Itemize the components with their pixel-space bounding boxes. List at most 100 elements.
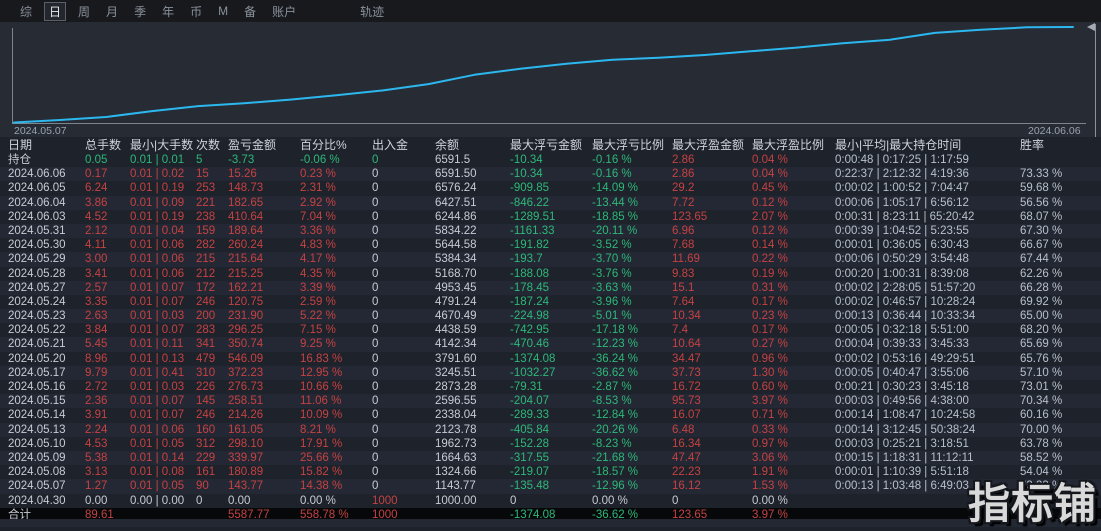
cell: -3.70 % bbox=[592, 252, 672, 266]
cell: 95.73 bbox=[672, 394, 752, 408]
column-header: 胜率 bbox=[1020, 137, 1101, 153]
scroll-position-marker-icon[interactable] bbox=[1087, 23, 1095, 31]
cell: 8.96 bbox=[85, 352, 130, 366]
cell: -20.11 % bbox=[592, 224, 672, 238]
cell: 0.01 | 0.09 bbox=[130, 196, 196, 210]
cell: 0.05 bbox=[85, 153, 130, 167]
table-row-2024.05.21[interactable]: 2024.05.215.450.01 | 0.11341350.749.25 %… bbox=[0, 337, 1101, 351]
cell: 0:00:06 | 1:05:17 | 6:56:12 bbox=[835, 196, 1020, 210]
toolbar-item-日[interactable]: 日 bbox=[44, 2, 66, 21]
table-row-2024.05.30[interactable]: 2024.05.304.110.01 | 0.06282260.244.83 %… bbox=[0, 238, 1101, 252]
table-row-2024.06.06[interactable]: 2024.06.060.170.01 | 0.021515.260.23 %06… bbox=[0, 167, 1101, 181]
toolbar-item-季[interactable]: 季 bbox=[130, 2, 150, 21]
column-header: 百分比% bbox=[300, 137, 372, 153]
cell: 3.41 bbox=[85, 267, 130, 281]
cell: 0:00:15 | 1:18:31 | 11:12:11 bbox=[835, 451, 1020, 465]
cell: 15 bbox=[196, 167, 228, 181]
table-row-2024.05.24[interactable]: 2024.05.243.350.01 | 0.07246120.752.59 %… bbox=[0, 295, 1101, 309]
table-row-2024.05.20[interactable]: 2024.05.208.960.01 | 0.13479546.0916.83 … bbox=[0, 352, 1101, 366]
table-row-2024.05.23[interactable]: 2024.05.232.630.01 | 0.03200231.905.22 %… bbox=[0, 309, 1101, 323]
cell: 0:00:01 | 0:36:05 | 6:30:43 bbox=[835, 238, 1020, 252]
table-row-2024.05.14[interactable]: 2024.05.143.910.01 | 0.07246214.2610.09 … bbox=[0, 408, 1101, 422]
cell: 0 bbox=[510, 494, 592, 508]
toolbar-item-年[interactable]: 年 bbox=[158, 2, 178, 21]
toolbar-item-轨迹[interactable]: 轨迹 bbox=[356, 2, 388, 21]
cell: -187.24 bbox=[510, 295, 592, 309]
cell: 0:00:06 | 0:50:29 | 3:54:48 bbox=[835, 252, 1020, 266]
cell: -204.07 bbox=[510, 394, 592, 408]
table-row-2024.05.08[interactable]: 2024.05.083.130.01 | 0.08161180.8915.82 … bbox=[0, 465, 1101, 479]
cell: 238 bbox=[196, 210, 228, 224]
cell: 0 bbox=[372, 451, 435, 465]
toolbar-item-周[interactable]: 周 bbox=[74, 2, 94, 21]
toolbar-item-账户[interactable]: 账户 bbox=[268, 2, 300, 21]
toolbar-item-月[interactable]: 月 bbox=[102, 2, 122, 21]
equity-chart: 2024.05.07 2024.06.06 bbox=[0, 22, 1101, 137]
cell: 1000 bbox=[372, 494, 435, 508]
cell: 143.77 bbox=[228, 479, 300, 493]
table-row-2024.05.29[interactable]: 2024.05.293.000.01 | 0.06215215.644.17 %… bbox=[0, 252, 1101, 266]
cell: 0 bbox=[372, 295, 435, 309]
table-row-2024.05.10[interactable]: 2024.05.104.530.01 | 0.05312298.1017.91 … bbox=[0, 437, 1101, 451]
cell: 2024.05.23 bbox=[8, 309, 85, 323]
cell: 47.47 bbox=[672, 451, 752, 465]
toolbar-item-综[interactable]: 综 bbox=[16, 2, 36, 21]
cell: 0:00:31 | 8:23:11 | 65:20:42 bbox=[835, 210, 1020, 224]
cell: 2024.05.28 bbox=[8, 267, 85, 281]
equity-chart-canvas bbox=[0, 22, 1101, 137]
toolbar-item-M[interactable]: M bbox=[214, 3, 232, 19]
table-row-2024.05.27[interactable]: 2024.05.272.570.01 | 0.07172162.213.39 %… bbox=[0, 281, 1101, 295]
cell: 62.26 % bbox=[1020, 267, 1101, 281]
cell: 2.31 % bbox=[300, 181, 372, 195]
cell: -36.24 % bbox=[592, 352, 672, 366]
table-row-2024.06.04[interactable]: 2024.06.043.860.01 | 0.09221182.652.92 %… bbox=[0, 196, 1101, 210]
cell: -135.48 bbox=[510, 479, 592, 493]
cell: 0.17 % bbox=[752, 295, 835, 309]
cell: 0 bbox=[372, 281, 435, 295]
column-header: 盈亏金额 bbox=[228, 137, 300, 153]
toolbar-item-备[interactable]: 备 bbox=[240, 2, 260, 21]
table-row-2024.05.13[interactable]: 2024.05.132.240.01 | 0.06160161.058.21 %… bbox=[0, 423, 1101, 437]
cell: 6.48 bbox=[672, 423, 752, 437]
cell: -188.08 bbox=[510, 267, 592, 281]
table-row-2024.05.15[interactable]: 2024.05.152.360.01 | 0.07145258.5111.06 … bbox=[0, 394, 1101, 408]
cell: 0 bbox=[372, 423, 435, 437]
table-row-2024.05.17[interactable]: 2024.05.179.790.01 | 0.41310372.2312.95 … bbox=[0, 366, 1101, 380]
cell: 3.91 bbox=[85, 408, 130, 422]
cell: 0:00:02 | 1:00:52 | 7:04:47 bbox=[835, 181, 1020, 195]
table-row-2024.04.30[interactable]: 2024.04.300.000.00 | 0.0000.000.00 %1000… bbox=[0, 494, 1101, 508]
cell: 4.52 bbox=[85, 210, 130, 224]
cell: 0 bbox=[372, 238, 435, 252]
toolbar-item-币[interactable]: 币 bbox=[186, 2, 206, 21]
cell: 260.24 bbox=[228, 238, 300, 252]
table-row-2024.06.03[interactable]: 2024.06.034.520.01 | 0.19238410.647.04 %… bbox=[0, 210, 1101, 224]
cell: 10.66 % bbox=[300, 380, 372, 394]
right-scroll-rail[interactable] bbox=[1095, 24, 1096, 137]
table-row-2024.05.16[interactable]: 2024.05.162.720.01 | 0.03226276.7310.66 … bbox=[0, 380, 1101, 394]
table-row-2024.05.09[interactable]: 2024.05.095.380.01 | 0.14229339.9725.66 … bbox=[0, 451, 1101, 465]
cell: 2024.05.08 bbox=[8, 465, 85, 479]
cell: 0.01 | 0.07 bbox=[130, 408, 196, 422]
table-row-2024.06.05[interactable]: 2024.06.056.240.01 | 0.19253148.732.31 %… bbox=[0, 181, 1101, 195]
cell: 1000.00 bbox=[435, 494, 510, 508]
table-row-2024.05.07[interactable]: 2024.05.071.270.01 | 0.0590143.7714.38 %… bbox=[0, 479, 1101, 493]
table-row-2024.05.22[interactable]: 2024.05.223.840.01 | 0.07283296.257.15 %… bbox=[0, 323, 1101, 337]
cell: 0.00 % bbox=[300, 494, 372, 508]
cell: 90 bbox=[196, 479, 228, 493]
cell: 2.24 bbox=[85, 423, 130, 437]
table-row-持仓[interactable]: 持仓0.050.01 | 0.015-3.73-0.06 %06591.5-10… bbox=[0, 153, 1101, 167]
cell: 2596.55 bbox=[435, 394, 510, 408]
cell: 2024.05.17 bbox=[8, 366, 85, 380]
table-row-2024.05.28[interactable]: 2024.05.283.410.01 | 0.06212215.254.35 %… bbox=[0, 267, 1101, 281]
cell: -8.53 % bbox=[592, 394, 672, 408]
cell: 0 bbox=[372, 408, 435, 422]
cell: 0 bbox=[372, 366, 435, 380]
table-row-2024.05.31[interactable]: 2024.05.312.120.01 | 0.04159189.643.36 %… bbox=[0, 224, 1101, 238]
cell: -178.45 bbox=[510, 281, 592, 295]
cell: 0:00:03 | 0:25:21 | 3:18:51 bbox=[835, 437, 1020, 451]
cell: 9.83 bbox=[672, 267, 752, 281]
cell: 0.01 | 0.03 bbox=[130, 309, 196, 323]
cell: 68.20 % bbox=[1020, 323, 1101, 337]
cell: -3.52 % bbox=[592, 238, 672, 252]
bottom-strip bbox=[0, 519, 1101, 527]
